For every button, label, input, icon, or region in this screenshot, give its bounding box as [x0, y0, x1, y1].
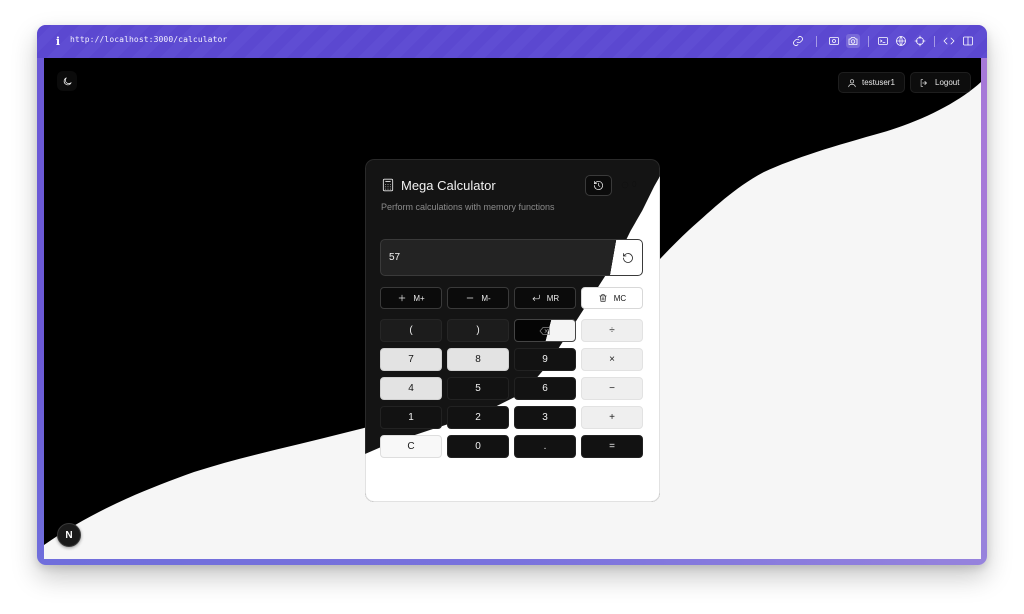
key-7[interactable]: 7	[380, 348, 442, 371]
key-2[interactable]: 2	[447, 406, 509, 429]
panel-icon[interactable]	[961, 34, 975, 48]
calculator-title: Mega Calculator	[401, 178, 496, 193]
logout-label: Logout	[935, 78, 960, 87]
crosshair-icon[interactable]	[913, 34, 927, 48]
terminal-icon[interactable]	[876, 34, 890, 48]
info-circle-icon	[621, 181, 629, 188]
calculator-icon	[381, 178, 395, 192]
moon-icon	[63, 76, 72, 85]
calculator-subtitle: Perform calculations with memory functio…	[381, 202, 555, 212]
history-button[interactable]	[585, 175, 612, 196]
toolbar-divider	[934, 36, 935, 47]
keypad: ( ) ÷ 7 8 9 × 4 5 6 − 1 2 3 + C 0 . =	[380, 319, 644, 459]
user-icon	[848, 78, 856, 87]
memory-recall-button[interactable]: MR	[514, 287, 576, 309]
display-value: 57	[389, 252, 401, 263]
key-9[interactable]: 9	[514, 348, 576, 371]
username-label: testuser1	[862, 78, 895, 87]
reset-icon[interactable]	[622, 251, 634, 263]
key-add[interactable]: +	[581, 406, 643, 429]
logout-button[interactable]: Logout	[910, 72, 971, 93]
globe-icon[interactable]	[894, 34, 908, 48]
url-text[interactable]: http://localhost:3000/calculator	[70, 35, 227, 44]
toolbar-divider	[868, 36, 869, 47]
memory-add-label: M+	[413, 293, 425, 303]
memory-add-button[interactable]: M+	[380, 287, 442, 309]
page-viewport: testuser1 Logout Mega Calculator Perform…	[44, 58, 981, 559]
memory-clear-label: MC	[613, 293, 627, 303]
trash-icon	[599, 294, 607, 302]
calculator-display[interactable]: 57	[380, 239, 643, 276]
toolbar-divider	[816, 36, 817, 47]
user-menu[interactable]: testuser1	[838, 72, 905, 93]
key-clear[interactable]: C	[380, 435, 442, 458]
theme-toggle-button[interactable]	[57, 71, 77, 91]
key-equals[interactable]: =	[581, 435, 643, 458]
key-multiply[interactable]: ×	[581, 348, 643, 371]
backspace-icon	[539, 326, 550, 335]
memory-indicator: 0	[621, 180, 636, 189]
enter-icon	[532, 294, 540, 301]
memory-subtract-label: M-	[481, 293, 491, 303]
info-icon[interactable]: i	[51, 34, 65, 48]
key-decimal[interactable]: .	[514, 435, 576, 458]
key-close-paren[interactable]: )	[447, 319, 509, 342]
key-0[interactable]: 0	[447, 435, 509, 458]
key-5[interactable]: 5	[447, 377, 509, 400]
memory-subtract-button[interactable]: M-	[447, 287, 509, 309]
key-1[interactable]: 1	[380, 406, 442, 429]
memory-buttons: M+ M- MR MC	[380, 287, 644, 309]
nextjs-dev-badge[interactable]: N	[57, 523, 81, 547]
logout-icon	[920, 78, 927, 87]
key-backspace[interactable]	[514, 319, 576, 342]
calculator-card: Mega Calculator Perform calculations wit…	[365, 159, 660, 502]
key-4[interactable]: 4	[380, 377, 442, 400]
key-3[interactable]: 3	[514, 406, 576, 429]
key-6[interactable]: 6	[514, 377, 576, 400]
browser-window: i http://localhost:3000/calculator testu…	[37, 25, 987, 565]
key-divide[interactable]: ÷	[581, 319, 643, 342]
plus-icon	[399, 294, 406, 302]
key-open-paren[interactable]: (	[380, 319, 442, 342]
code-icon[interactable]	[942, 34, 956, 48]
camera-icon[interactable]	[846, 34, 860, 48]
key-subtract[interactable]: −	[581, 377, 643, 400]
memory-clear-button[interactable]: MC	[581, 287, 643, 309]
history-icon	[594, 181, 603, 190]
link-icon[interactable]	[791, 34, 805, 48]
minus-icon	[467, 297, 474, 299]
screenshot-icon[interactable]	[827, 34, 841, 48]
browser-toolbar: i http://localhost:3000/calculator	[37, 25, 987, 58]
key-8[interactable]: 8	[447, 348, 509, 371]
memory-recall-label: MR	[546, 293, 560, 303]
memory-count: 0	[632, 180, 637, 189]
